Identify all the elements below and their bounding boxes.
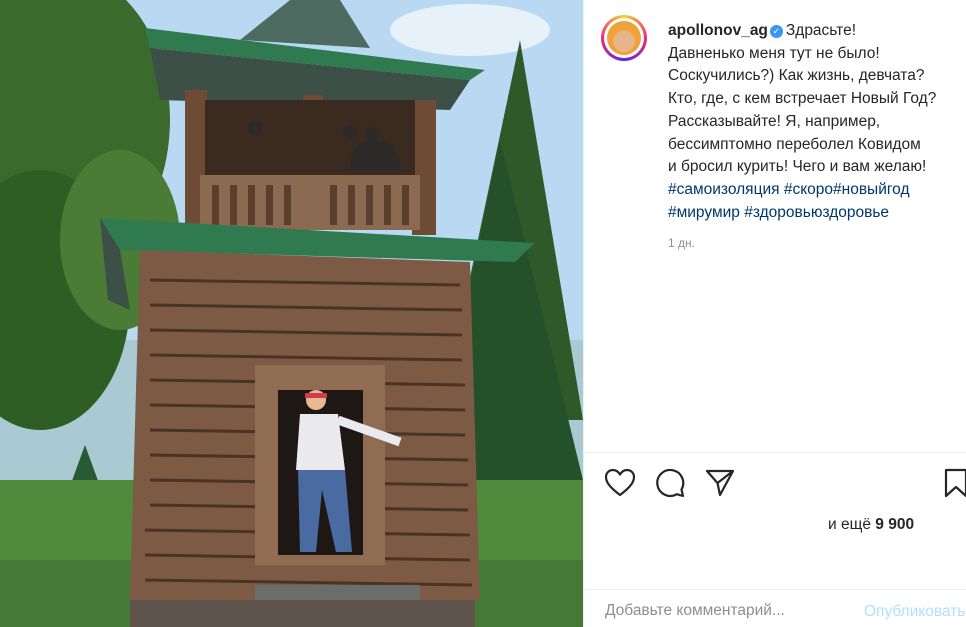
action-bar <box>604 467 966 501</box>
caption-line: Давненько меня тут не было! <box>668 44 880 62</box>
hashtag-link[interactable]: #здоровьюздоровье <box>744 204 889 221</box>
verified-badge-icon: ✓ <box>769 25 783 38</box>
hashtag-link[interactable]: #самоизоляция <box>668 181 780 198</box>
publish-button[interactable]: Опубликовать <box>864 603 965 621</box>
avatar-face <box>607 21 641 55</box>
likes-summary[interactable]: и ещё 9 900 <box>828 516 914 534</box>
post-caption: apollonov_ag ✓ Здрасьте! Давненько меня ту… <box>668 20 963 224</box>
caption-line: бессимптомно переболел Ковидом <box>668 135 921 153</box>
caption-line: Здрасьте! <box>785 22 857 39</box>
username-link[interactable]: apollonov_ag <box>668 22 768 39</box>
share-icon[interactable] <box>704 467 736 499</box>
hashtag-link[interactable]: #скоро#новыйгод <box>784 181 910 198</box>
caption-line: Соскучились?) Как жизнь, девчата? <box>668 67 925 85</box>
caption-line: и бросил курить! Чего и вам желаю! <box>668 158 927 176</box>
likes-prefix: и ещё <box>828 516 871 533</box>
bookmark-icon[interactable] <box>940 467 966 499</box>
hashtags: #самоизоляция #скоро#новыйгод #мирумир #… <box>668 181 910 221</box>
hashtag-link[interactable]: #мирумир <box>668 204 740 221</box>
comment-icon[interactable] <box>654 467 686 499</box>
heart-icon[interactable] <box>604 467 636 499</box>
comment-preview-cut <box>606 440 906 446</box>
post-photo <box>0 0 583 627</box>
divider <box>584 452 966 453</box>
add-comment-bar: Опубликовать <box>584 590 966 627</box>
caption-line: Рассказывайте! Я, например, <box>668 112 881 130</box>
avatar[interactable] <box>601 15 647 61</box>
post-timestamp[interactable]: 1 дн. <box>668 236 695 250</box>
post-side-panel: apollonov_ag ✓ Здрасьте! Давненько меня ту… <box>583 0 966 627</box>
avatar-image <box>604 18 644 58</box>
caption-line: Кто, где, с кем встречает Новый Год? <box>668 90 937 108</box>
comment-input[interactable] <box>605 602 855 620</box>
likes-count: 9 900 <box>875 516 915 533</box>
photo-scene <box>0 0 583 627</box>
